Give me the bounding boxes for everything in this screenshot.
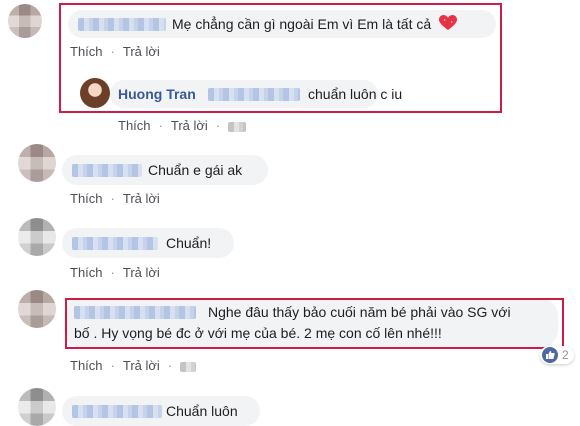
comment-text: Chuẩn luôn [166,403,238,419]
comment-bubble: Chuẩn e gái ak [62,155,268,185]
reply-actions: Thích · Trả lời · [118,118,254,133]
avatar[interactable] [8,4,42,38]
comment-actions: Thích · Trả lời · [70,358,204,373]
comment-bubble: Chuẩn! [62,228,234,258]
like-link[interactable]: Thích [70,358,103,373]
reaction-number: 2 [562,348,569,362]
reply-link[interactable]: Trả lời [123,358,160,373]
like-link[interactable]: Thích [118,118,151,133]
comment-bubble: Chuẩn luôn [62,396,260,426]
like-link[interactable]: Thích [70,265,103,280]
avatar[interactable] [18,144,56,182]
reply-link[interactable]: Trả lời [123,191,160,206]
avatar[interactable] [18,218,56,256]
avatar[interactable] [18,388,56,426]
highlight-box [65,298,564,349]
reply-link[interactable]: Trả lời [171,118,208,133]
like-icon [542,347,558,363]
blurred-author-name[interactable] [72,237,158,250]
highlight-box [59,3,502,113]
reaction-count[interactable]: 2 [540,346,574,364]
comment-actions: Thích · Trả lời [70,265,160,280]
comment-text: Chuẩn! [166,235,212,251]
blurred-timestamp [228,121,247,132]
avatar[interactable] [18,290,56,328]
comment-actions: Thích · Trả lời [70,191,160,206]
blurred-timestamp [180,361,197,372]
blurred-author-name[interactable] [72,164,142,177]
blurred-author-name[interactable] [72,405,162,418]
reply-link[interactable]: Trả lời [123,265,160,280]
comment-text: Chuẩn e gái ak [148,162,243,178]
like-link[interactable]: Thích [70,191,103,206]
